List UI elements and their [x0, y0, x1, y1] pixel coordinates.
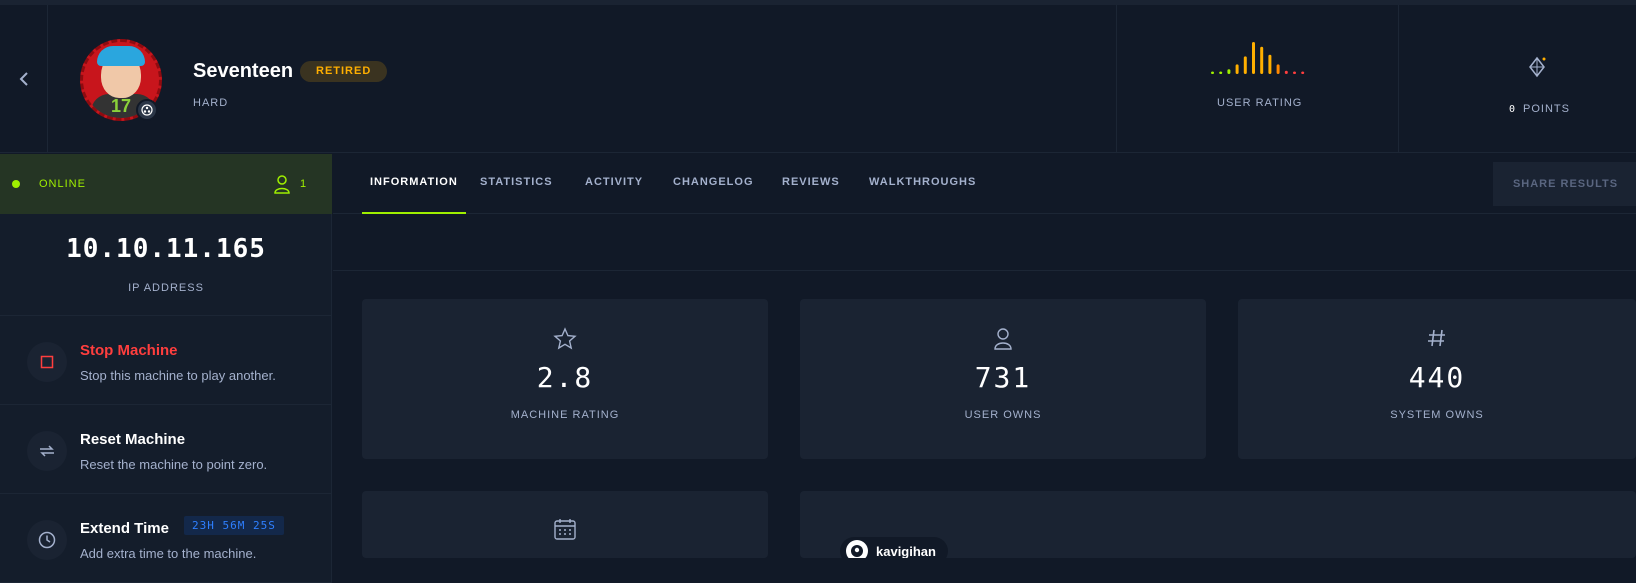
retired-badge: RETIRED [300, 61, 388, 82]
machine-rating-label: MACHINE RATING [510, 409, 620, 421]
clock-icon [27, 520, 67, 560]
user-owns-value: 731 [974, 361, 1032, 394]
stop-machine-title: Stop Machine [80, 342, 178, 359]
tab-statistics[interactable]: STATISTICS [480, 154, 553, 214]
rating-bar [1211, 71, 1214, 74]
status-bar: ONLINE 1 [0, 154, 332, 214]
timer-badge: 23H 56M 25S [184, 516, 284, 535]
machine-rating-value: 2.8 [536, 361, 594, 394]
points-value: 0 [1509, 104, 1516, 115]
rating-bar [1243, 56, 1247, 74]
reset-machine-button[interactable]: Reset Machine Reset the machine to point… [0, 405, 332, 494]
diamond-icon [1529, 56, 1546, 78]
system-owns-value: 440 [1408, 361, 1466, 394]
chevron-left-icon [19, 72, 28, 86]
rating-bar [1260, 46, 1264, 74]
back-button[interactable] [0, 5, 48, 153]
user-icon [994, 328, 1012, 350]
system-owns-label: SYSTEM OWNS [1390, 409, 1484, 421]
reset-machine-desc: Reset the machine to point zero. [80, 457, 268, 472]
rating-bar [1293, 71, 1296, 74]
stop-machine-desc: Stop this machine to play another. [80, 368, 276, 383]
tab-bar: INFORMATION STATISTICS ACTIVITY CHANGELO… [333, 154, 1636, 214]
stat-card-machine-rating: 2.8 MACHINE RATING [362, 299, 768, 459]
share-results-button[interactable]: SHARE RESULTS [1493, 162, 1636, 206]
tab-walkthroughs[interactable]: WALKTHROUGHS [869, 154, 976, 214]
rating-bar [1276, 64, 1280, 74]
reset-icon [27, 431, 67, 471]
stat-card-user-owns: 731 USER OWNS [800, 299, 1206, 459]
machine-name: Seventeen [193, 60, 294, 82]
stop-machine-button[interactable]: Stop Machine Stop this machine to play a… [0, 316, 332, 405]
rating-bar [1268, 54, 1272, 74]
os-linux-icon [136, 99, 158, 121]
ip-box: 10.10.11.165 IP ADDRESS [0, 214, 332, 316]
stat-card-release-date [362, 491, 768, 558]
status-dot [12, 180, 20, 188]
points-label: POINTS [1523, 103, 1570, 115]
status-text: ONLINE [39, 178, 86, 190]
reset-machine-title: Reset Machine [80, 431, 186, 448]
header-divider [1116, 5, 1117, 153]
ip-address-label: IP ADDRESS [128, 282, 204, 294]
hash-icon [1428, 329, 1445, 347]
star-icon [553, 327, 577, 350]
rating-bar [1235, 64, 1239, 74]
bottom-strip [333, 558, 1636, 583]
players-count: 1 [300, 178, 307, 190]
square-icon [27, 342, 67, 382]
rating-bar [1227, 69, 1231, 74]
rating-bar [1284, 70, 1288, 74]
user-rating-label: USER RATING [1217, 97, 1303, 109]
machine-header: 17 Seventeen RETIRED HARD USER RATING 0 … [0, 5, 1636, 153]
extend-time-desc: Add extra time to the machine. [80, 546, 257, 561]
user-rating-chart [1211, 42, 1305, 74]
user-icon [274, 175, 290, 194]
extend-time-button[interactable]: Extend Time 23H 56M 25S Add extra time t… [0, 494, 332, 583]
rating-bar [1252, 42, 1255, 74]
calendar-icon [554, 519, 576, 540]
sub-bar [333, 215, 1636, 271]
ip-address[interactable]: 10.10.11.165 [0, 234, 332, 264]
extend-time-title: Extend Time [80, 520, 169, 537]
creator-name: kavigihan [876, 543, 936, 559]
user-owns-label: USER OWNS [964, 409, 1042, 421]
tab-activity[interactable]: ACTIVITY [585, 154, 643, 214]
header-divider [1398, 5, 1399, 153]
stat-card-system-owns: 440 SYSTEM OWNS [1238, 299, 1636, 459]
rating-bar [1219, 71, 1223, 74]
tab-information[interactable]: INFORMATION [362, 154, 466, 214]
difficulty-label: HARD [193, 97, 229, 109]
machine-sidebar: ONLINE 1 10.10.11.165 IP ADDRESS Stop Ma… [0, 154, 332, 583]
rating-bar [1301, 71, 1305, 74]
tab-changelog[interactable]: CHANGELOG [673, 154, 754, 214]
tab-reviews[interactable]: REVIEWS [782, 154, 840, 214]
